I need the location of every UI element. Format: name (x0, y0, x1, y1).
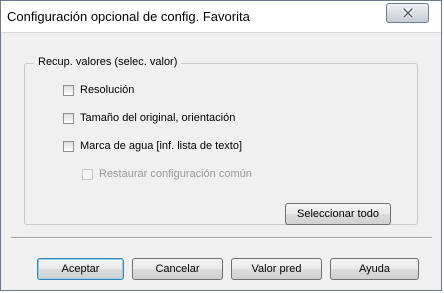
original-size-orientation-label: Tamaño del original, orientación (80, 112, 236, 124)
dialog-window: Configuración opcional de config. Favori… (0, 0, 442, 291)
select-all-button[interactable]: Seleccionar todo (285, 203, 391, 225)
watermark-label: Marca de agua [inf. lista de texto] (80, 140, 243, 152)
group-legend: Recup. valores (selec. valor) (34, 56, 182, 68)
option-watermark[interactable]: Marca de agua [inf. lista de texto] (63, 140, 242, 152)
cancel-button[interactable]: Cancelar (132, 258, 223, 280)
restore-common-config-label: Restaurar configuración común (99, 168, 252, 180)
dialog-content: Recup. valores (selec. valor) Resolución… (1, 33, 441, 290)
title-bar[interactable]: Configuración opcional de config. Favori… (1, 1, 441, 33)
ok-button[interactable]: Aceptar (37, 258, 124, 280)
recover-values-group: Recup. valores (selec. valor) Resolución… (24, 56, 418, 225)
close-button[interactable] (386, 3, 429, 23)
default-value-button[interactable]: Valor pred (231, 258, 322, 280)
footer-separator (11, 237, 432, 239)
resolution-label: Resolución (80, 84, 135, 96)
close-icon (402, 8, 414, 18)
watermark-checkbox[interactable] (63, 140, 74, 152)
original-size-orientation-checkbox[interactable] (63, 112, 74, 124)
option-resolution[interactable]: Resolución (63, 84, 134, 96)
window-title: Configuración opcional de config. Favori… (7, 9, 250, 24)
restore-common-config-checkbox (82, 168, 93, 180)
help-button[interactable]: Ayuda (330, 258, 419, 280)
option-restore-common-config: Restaurar configuración común (82, 168, 252, 180)
option-original-size-orientation[interactable]: Tamaño del original, orientación (63, 112, 235, 124)
resolution-checkbox[interactable] (63, 84, 74, 96)
